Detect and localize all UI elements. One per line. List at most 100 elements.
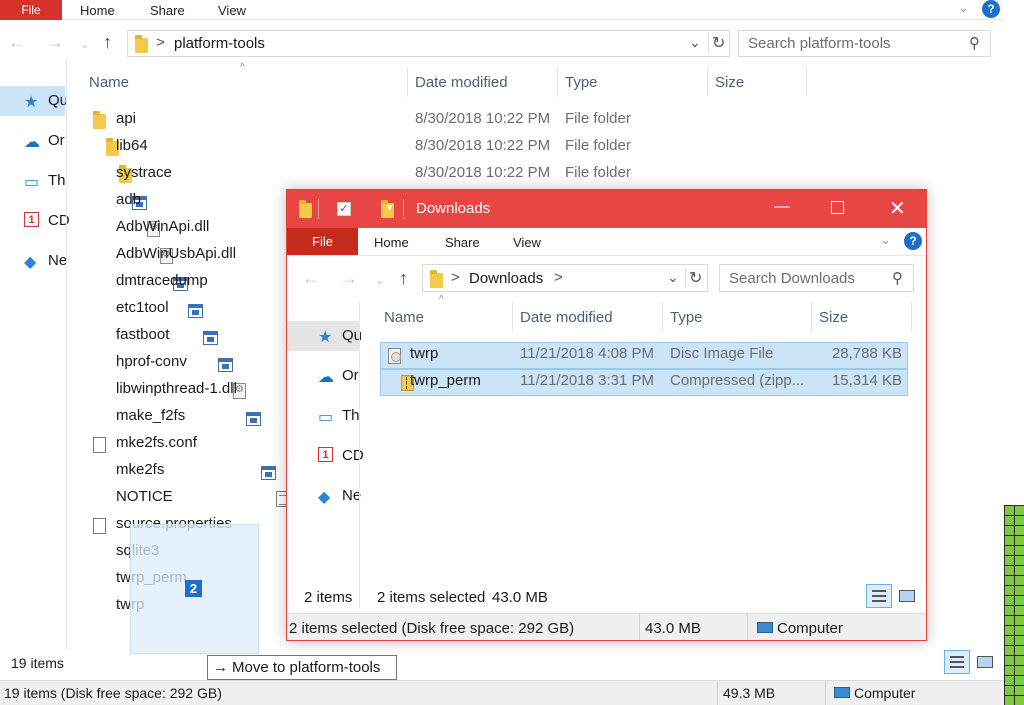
forward-icon[interactable]: →	[46, 32, 64, 53]
address-bar[interactable]: > Downloads > ⌄ ↻	[422, 264, 708, 292]
oneplus-icon: 1	[24, 212, 39, 227]
tab-share[interactable]: Share	[445, 232, 480, 252]
column-name[interactable]: Name	[89, 74, 129, 91]
up-icon[interactable]: ↑	[103, 32, 112, 53]
address-bar[interactable]: > platform-tools ⌄ ↻	[127, 30, 730, 57]
tab-share[interactable]: Share	[150, 0, 185, 20]
address-dropdown-icon[interactable]: ⌄	[667, 269, 679, 286]
search-input[interactable]: Search platform-tools ⚲	[738, 30, 991, 57]
file-name[interactable]: libwinpthread-1.dll	[116, 380, 237, 397]
file-name[interactable]: etc1tool	[116, 299, 169, 316]
sidebar-item-0[interactable]: Qu	[48, 92, 68, 109]
onedrive-icon: ☁	[24, 134, 40, 151]
ribbon-divider	[287, 255, 926, 256]
back-icon[interactable]: ←	[8, 32, 26, 53]
file-date: 8/30/2018 10:22 PM	[415, 137, 551, 154]
sort-arrow-icon: ^	[240, 62, 245, 73]
recent-dropdown-icon[interactable]: ⌄	[80, 38, 89, 51]
maximize-icon[interactable]	[831, 201, 844, 214]
status-bar: 19 items (Disk free space: 292 GB) 49.3 …	[0, 680, 1004, 705]
column-divider	[662, 302, 663, 332]
network-icon: ◆	[24, 254, 37, 271]
breadcrumb-separator: >	[156, 34, 165, 51]
refresh-icon[interactable]: ↻	[708, 33, 725, 53]
sidebar-item-1[interactable]: Or	[48, 132, 65, 149]
breadcrumb-chevron-icon[interactable]: >	[554, 269, 563, 286]
file-name[interactable]: mke2fs	[116, 461, 164, 478]
file-name[interactable]: adb	[116, 191, 141, 208]
status-divider	[717, 681, 718, 705]
column-size[interactable]: Size	[819, 309, 848, 326]
breadcrumb-location[interactable]: Downloads	[469, 270, 543, 287]
file-file-icon	[93, 437, 106, 453]
close-icon[interactable]: ✕	[889, 196, 906, 221]
details-view-icon[interactable]	[866, 584, 892, 608]
move-arrow-icon: →	[213, 659, 228, 676]
file-name[interactable]: AdbWinApi.dll	[116, 218, 209, 235]
ribbon-expand-icon[interactable]: ⌄	[880, 232, 891, 248]
title-bar: ✓ ▾ Downloads — ✕	[287, 190, 926, 228]
column-divider	[707, 67, 708, 97]
details-view-icon[interactable]	[944, 650, 970, 674]
computer-icon	[834, 687, 850, 698]
file-name[interactable]: NOTICE	[116, 488, 173, 505]
column-size[interactable]: Size	[715, 74, 744, 91]
file-size: 15,314 KB	[831, 372, 902, 389]
sidebar-item-4[interactable]: Ne	[48, 252, 67, 269]
recent-dropdown-icon[interactable]: ⌄	[375, 274, 384, 287]
search-placeholder: Search Downloads	[729, 269, 855, 287]
file-name[interactable]: mke2fs.conf	[116, 434, 197, 451]
tab-home[interactable]: Home	[374, 232, 409, 252]
column-date[interactable]: Date modified	[415, 74, 508, 91]
refresh-icon[interactable]: ↻	[685, 268, 702, 288]
drag-tooltip-text: Move to platform-tools	[232, 659, 381, 676]
file-name[interactable]: AdbWinUsbApi.dll	[116, 245, 236, 262]
forward-icon[interactable]: →	[340, 268, 358, 289]
minimize-icon[interactable]: —	[774, 198, 790, 216]
sidebar-item-1[interactable]: Or	[342, 367, 359, 384]
tab-view[interactable]: View	[218, 0, 246, 20]
ribbon-expand-icon[interactable]: ⌄	[958, 0, 969, 16]
breadcrumb-location[interactable]: platform-tools	[174, 35, 265, 52]
status-divider	[747, 614, 748, 640]
large-icons-view-icon[interactable]	[894, 584, 920, 608]
search-icon: ⚲	[969, 35, 980, 52]
column-type[interactable]: Type	[565, 74, 598, 91]
properties-icon[interactable]: ✓	[337, 202, 351, 216]
sidebar-item-2[interactable]: Th	[48, 172, 66, 189]
file-tab[interactable]: File	[0, 0, 62, 20]
file-name[interactable]: lib64	[116, 137, 148, 154]
file-name[interactable]: systrace	[116, 164, 172, 181]
column-date[interactable]: Date modified	[520, 309, 613, 326]
folder-icon	[430, 270, 443, 288]
large-icons-view-icon[interactable]	[972, 650, 998, 674]
search-input[interactable]: Search Downloads ⚲	[719, 264, 914, 292]
file-name[interactable]: make_f2fs	[116, 407, 185, 424]
onedrive-icon: ☁	[318, 369, 334, 386]
sidebar-divider	[359, 302, 360, 608]
file-name[interactable]: twrp	[410, 345, 438, 362]
qat-dropdown-icon[interactable]: ▾	[387, 201, 393, 214]
file-name[interactable]: api	[116, 110, 136, 127]
status-size: 43.0 MB	[645, 620, 701, 637]
status-location: Computer	[777, 620, 843, 637]
file-tab[interactable]: File	[287, 228, 358, 255]
network-icon: ◆	[318, 489, 331, 506]
sidebar-item-2[interactable]: Th	[342, 407, 360, 424]
column-divider	[811, 302, 812, 332]
file-name[interactable]: fastboot	[116, 326, 169, 343]
tab-home[interactable]: Home	[80, 0, 115, 20]
file-name[interactable]: dmtracedump	[116, 272, 208, 289]
sidebar-item-3[interactable]: CD	[342, 447, 364, 464]
column-name[interactable]: Name	[384, 309, 424, 326]
help-icon[interactable]: ?	[904, 232, 922, 250]
column-type[interactable]: Type	[670, 309, 703, 326]
computer-icon: ▭	[24, 174, 40, 191]
file-name[interactable]: twrp_perm	[410, 372, 481, 389]
file-name[interactable]: hprof-conv	[116, 353, 187, 370]
address-dropdown-icon[interactable]: ⌄	[689, 34, 701, 51]
back-icon[interactable]: ←	[302, 268, 320, 289]
help-icon[interactable]: ?	[982, 0, 1000, 18]
up-icon[interactable]: ↑	[399, 268, 408, 289]
tab-view[interactable]: View	[513, 232, 541, 252]
